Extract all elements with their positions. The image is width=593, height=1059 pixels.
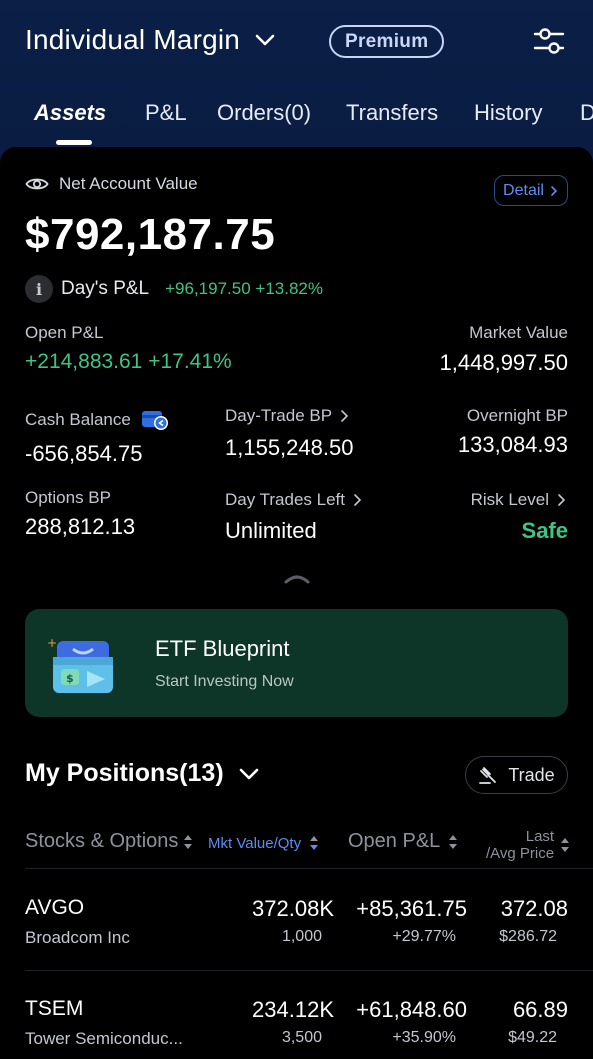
risk-level-value: Safe bbox=[521, 518, 568, 543]
tab-pl[interactable]: P&L bbox=[145, 100, 187, 126]
tab-orders[interactable]: Orders(0) bbox=[217, 100, 311, 126]
position-qty: 3,500 bbox=[281, 1029, 322, 1046]
options-bp-label: Options BP bbox=[25, 488, 111, 507]
banner-subtitle: Start Investing Now bbox=[155, 673, 294, 690]
svg-text:+: + bbox=[47, 636, 57, 650]
sort-desc-icon bbox=[310, 836, 319, 850]
tab-history[interactable]: History bbox=[474, 100, 542, 126]
column-mkt-value[interactable]: Mkt Value/Qty bbox=[208, 834, 319, 852]
market-value-label: Market Value bbox=[469, 323, 568, 342]
active-tab-indicator bbox=[56, 140, 92, 145]
position-open-pl-pct: +29.77% bbox=[392, 928, 456, 945]
cash-balance-label-row: Cash Balance bbox=[25, 409, 169, 431]
position-symbol: TSEM bbox=[25, 997, 84, 1020]
trade-button[interactable]: Trade bbox=[465, 756, 568, 794]
position-qty: 1,000 bbox=[281, 928, 322, 945]
column-last-label: Last bbox=[525, 828, 555, 845]
chevron-up-icon[interactable] bbox=[284, 572, 310, 584]
tab-more[interactable]: D bbox=[580, 100, 593, 126]
chevron-right-icon bbox=[341, 410, 349, 422]
position-avg-price: $286.72 bbox=[499, 928, 557, 945]
svg-text:$: $ bbox=[66, 672, 74, 685]
divider bbox=[25, 868, 593, 869]
overnight-bp-label: Overnight BP bbox=[466, 406, 568, 425]
eye-icon[interactable] bbox=[25, 176, 49, 192]
tab-bar: Assets P&L Orders(0) Transfers History D bbox=[0, 100, 593, 144]
position-open-pl-pct: +35.90% bbox=[392, 1029, 456, 1046]
tab-transfers[interactable]: Transfers bbox=[346, 100, 438, 126]
column-last[interactable]: Last /Avg Price bbox=[486, 828, 570, 862]
day-trade-bp-label: Day-Trade BP bbox=[225, 406, 333, 425]
column-symbol[interactable]: Stocks & Options bbox=[25, 830, 193, 853]
chevron-down-icon bbox=[255, 34, 275, 46]
chevron-right-icon bbox=[558, 494, 566, 506]
day-trades-left-row[interactable]: Day Trades Left bbox=[225, 490, 364, 510]
net-account-value-label: Net Account Value bbox=[59, 174, 198, 193]
info-icon[interactable]: i bbox=[25, 275, 53, 303]
open-pl-label: Open P&L bbox=[25, 323, 104, 342]
trade-label: Trade bbox=[508, 764, 555, 785]
cash-balance-label: Cash Balance bbox=[25, 410, 131, 429]
account-selector[interactable]: Individual Margin bbox=[25, 24, 276, 56]
divider bbox=[25, 970, 593, 971]
column-mkt-value-label: Mkt Value/Qty bbox=[208, 834, 302, 852]
position-last: 372.08 bbox=[500, 896, 568, 921]
risk-level-label: Risk Level bbox=[470, 490, 549, 509]
position-mkt-value: 372.08K bbox=[252, 896, 334, 921]
account-name: Individual Margin bbox=[25, 24, 241, 55]
sort-icon bbox=[561, 838, 570, 852]
position-open-pl: +61,848.60 bbox=[356, 997, 467, 1022]
open-pl-value: +214,883.61 +17.41% bbox=[25, 350, 232, 373]
position-symbol: AVGO bbox=[25, 896, 85, 919]
day-trade-bp-value: 1,155,248.50 bbox=[225, 435, 354, 460]
cash-balance-value: -656,854.75 bbox=[25, 441, 143, 466]
tab-assets[interactable]: Assets bbox=[34, 100, 106, 126]
banner-title: ETF Blueprint bbox=[155, 636, 290, 661]
premium-badge[interactable]: Premium bbox=[329, 25, 445, 58]
day-trades-left-label: Day Trades Left bbox=[225, 490, 346, 509]
cash-transfer-icon[interactable] bbox=[141, 409, 169, 431]
positions-title: My Positions(13) bbox=[25, 759, 224, 787]
column-last-label-stack: Last /Avg Price bbox=[486, 828, 554, 862]
chevron-right-icon bbox=[551, 185, 558, 196]
settings-sliders-icon[interactable] bbox=[532, 26, 566, 56]
gavel-icon bbox=[479, 767, 497, 784]
column-symbol-label: Stocks & Options bbox=[25, 830, 179, 852]
column-open-pl-label: Open P&L bbox=[348, 830, 441, 852]
day-trades-left-value: Unlimited bbox=[225, 518, 317, 543]
account-header: Individual Margin Premium Assets P&L Ord… bbox=[0, 0, 593, 160]
column-avg-label: /Avg Price bbox=[486, 845, 555, 862]
position-name: Tower Semiconduc... bbox=[25, 1029, 183, 1048]
options-bp-value: 288,812.13 bbox=[25, 514, 136, 539]
position-avg-price: $49.22 bbox=[508, 1029, 557, 1046]
detail-label: Detail bbox=[503, 181, 544, 199]
net-value-label-row: Net Account Value bbox=[25, 174, 198, 194]
market-value: 1,448,997.50 bbox=[439, 350, 568, 375]
days-pl-label: Day's P&L bbox=[61, 278, 150, 299]
briefcase-money-icon: + $ bbox=[47, 636, 113, 693]
days-pl-row: i Day's P&L +96,197.50 +13.82% bbox=[25, 275, 323, 303]
position-name: Broadcom Inc bbox=[25, 928, 130, 947]
position-open-pl: +85,361.75 bbox=[356, 896, 467, 921]
detail-button[interactable]: Detail bbox=[494, 175, 568, 206]
net-account-value: $792,187.75 bbox=[25, 210, 276, 259]
sort-icon bbox=[184, 834, 193, 849]
chevron-right-icon bbox=[354, 494, 362, 506]
positions-header[interactable]: My Positions(13) bbox=[25, 759, 260, 788]
risk-level-row[interactable]: Risk Level bbox=[471, 490, 568, 510]
overnight-bp-value: 133,084.93 bbox=[457, 432, 568, 457]
chevron-down-icon bbox=[239, 768, 258, 779]
days-pl-value: +96,197.50 +13.82% bbox=[165, 279, 323, 298]
sort-icon bbox=[449, 834, 458, 849]
day-trade-bp-row[interactable]: Day-Trade BP bbox=[225, 406, 351, 426]
etf-blueprint-banner[interactable]: + $ ETF Blueprint Start Investing Now bbox=[25, 609, 568, 717]
column-open-pl[interactable]: Open P&L bbox=[348, 830, 458, 853]
position-last: 66.89 bbox=[512, 997, 568, 1022]
position-mkt-value: 234.12K bbox=[252, 997, 334, 1022]
